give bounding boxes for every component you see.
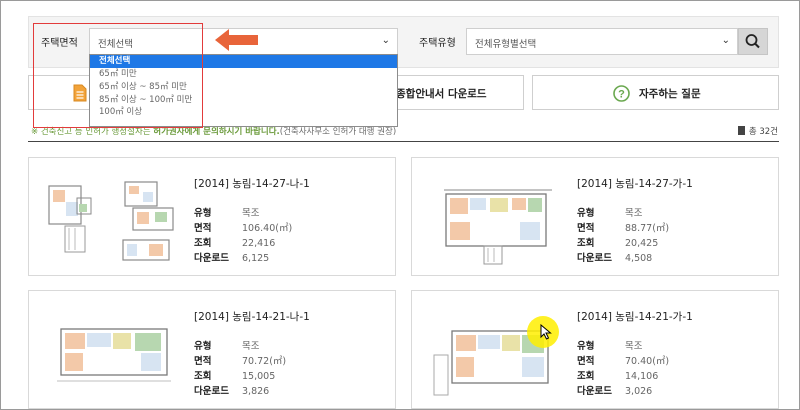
type-value: 목조 xyxy=(242,208,260,219)
views-value: 22,416 xyxy=(242,238,276,249)
faq-button[interactable]: ? 자주하는 질문 xyxy=(532,75,779,110)
type-value: 목조 xyxy=(625,208,643,219)
type-select[interactable]: 전체유형별선택 ⌄ xyxy=(466,28,738,55)
notice-highlight: 허가권자에게 문의하시기 바랍니다. xyxy=(153,127,280,137)
plan-info: 유형 목조 면적 88.77(㎡) 조회 20,425 다운로드 4,508 xyxy=(577,206,669,266)
area-value: 70.40(㎡) xyxy=(625,356,670,367)
type-value: 목조 xyxy=(242,341,260,352)
floor-plan-thumbnail xyxy=(48,181,174,261)
type-select-value: 전체유형별선택 xyxy=(475,39,537,50)
download-guide-label: 종합안내서 다운로드 xyxy=(396,88,487,100)
views-key: 조회 xyxy=(577,238,595,249)
plan-card[interactable]: [2014] 농림-14-21-가-1 유형 목조 면적 70.40(㎡) 조회 14… xyxy=(411,290,779,409)
area-value: 88.77(㎡) xyxy=(625,223,670,234)
area-value: 106.40(㎡) xyxy=(242,223,293,234)
views-key: 조회 xyxy=(194,371,212,382)
search-button[interactable] xyxy=(738,28,768,55)
downloads-value: 6,125 xyxy=(242,253,270,264)
chevron-down-icon: ⌄ xyxy=(721,35,730,46)
type-key: 유형 xyxy=(577,341,595,352)
plan-title[interactable]: [2014] 농림-14-21-나-1 xyxy=(194,309,310,324)
views-key: 조회 xyxy=(577,371,595,382)
downloads-key: 다운로드 xyxy=(577,253,612,264)
type-value: 목조 xyxy=(625,341,643,352)
plan-card[interactable]: [2014] 농림-14-27-가-1 유형 목조 면적 88.77(㎡) 조회 20… xyxy=(411,157,779,276)
arrow-left-icon xyxy=(215,29,258,51)
faq-label: 자주하는 질문 xyxy=(639,88,701,100)
type-key: 유형 xyxy=(194,208,212,219)
plan-info: 유형 목조 면적 106.40(㎡) 조회 22,416 다운로드 6,125 xyxy=(194,206,292,266)
notice-prefix: ※ 건축신고 등 인허가 행정절차는 xyxy=(31,127,154,137)
views-key: 조회 xyxy=(194,238,212,249)
downloads-key: 다운로드 xyxy=(577,386,612,397)
plan-card[interactable]: [2014] 농림-14-27-나-1 유형 목조 면적 106.40(㎡) 조회 2… xyxy=(28,157,396,276)
plan-title[interactable]: [2014] 농림-14-21-가-1 xyxy=(577,309,693,324)
area-key: 면적 xyxy=(194,356,212,367)
plan-title[interactable]: [2014] 농림-14-27-가-1 xyxy=(577,176,693,191)
downloads-value: 4,508 xyxy=(625,253,653,264)
plan-card[interactable]: [2014] 농림-14-21-나-1 유형 목조 면적 70.72(㎡) 조회 15… xyxy=(28,290,396,409)
question-icon: ? xyxy=(613,85,630,102)
chevron-down-icon: ⌄ xyxy=(381,35,390,46)
notice-suffix: (건축사사무소 인허가 대행 권장) xyxy=(279,127,397,137)
floor-plan-thumbnail xyxy=(57,328,171,382)
views-value: 14,106 xyxy=(625,371,659,382)
divider xyxy=(28,141,779,142)
area-value: 70.72(㎡) xyxy=(242,356,287,367)
plan-title[interactable]: [2014] 농림-14-27-나-1 xyxy=(194,176,310,191)
total-count-text: 총 32건 xyxy=(748,127,778,137)
pointer-cursor-icon xyxy=(540,324,552,340)
area-key: 면적 xyxy=(194,223,212,234)
total-count: 총 32건 xyxy=(737,125,778,137)
svg-text:?: ? xyxy=(618,89,625,101)
views-value: 15,005 xyxy=(242,371,276,382)
type-key: 유형 xyxy=(194,341,212,352)
highlight-box xyxy=(33,23,203,128)
document-icon xyxy=(737,126,745,135)
area-key: 면적 xyxy=(577,356,595,367)
plan-info: 유형 목조 면적 70.72(㎡) 조회 15,005 다운로드 3,826 xyxy=(194,339,286,399)
downloads-value: 3,826 xyxy=(242,386,270,397)
downloads-value: 3,026 xyxy=(625,386,653,397)
search-icon xyxy=(745,34,760,49)
downloads-key: 다운로드 xyxy=(194,253,229,264)
area-key: 면적 xyxy=(577,223,595,234)
floor-plan-thumbnail xyxy=(444,189,552,265)
downloads-key: 다운로드 xyxy=(194,386,229,397)
plan-info: 유형 목조 면적 70.40(㎡) 조회 14,106 다운로드 3,026 xyxy=(577,339,669,399)
type-key: 유형 xyxy=(577,208,595,219)
views-value: 20,425 xyxy=(625,238,659,249)
type-filter-label: 주택유형 xyxy=(419,38,456,49)
